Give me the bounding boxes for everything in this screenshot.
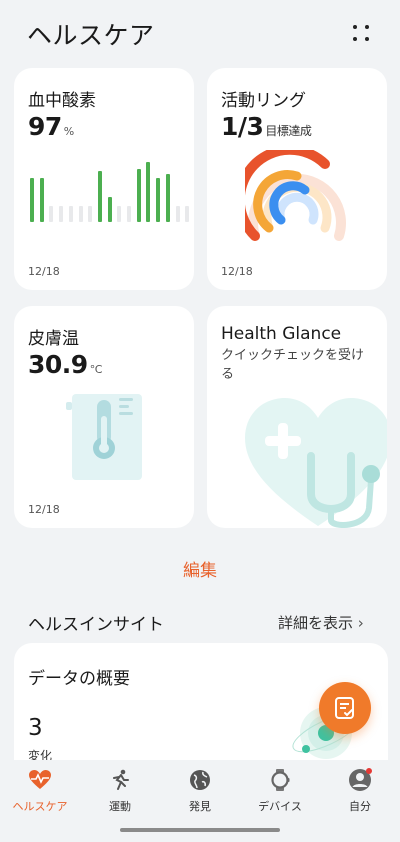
heart-stethoscope-icon	[245, 398, 387, 528]
blood-oxygen-bar	[78, 206, 83, 222]
blood-oxygen-bar	[127, 206, 131, 222]
blood-oxygen-unit: %	[63, 125, 74, 138]
report-check-icon	[335, 697, 354, 719]
blood-oxygen-bar	[39, 178, 44, 222]
tab-label: デバイス	[258, 800, 302, 813]
blood-oxygen-bar	[175, 206, 180, 222]
blood-oxygen-bar	[165, 174, 170, 222]
skin-temperature-value: 30.9 °C	[28, 350, 102, 379]
activity-rings-card[interactable]: 活動リング 1/3 目標達成 12/18	[207, 68, 387, 290]
tab-label: ヘルスケア	[12, 800, 68, 813]
blood-oxygen-bar	[88, 206, 93, 222]
tab-health[interactable]: ヘルスケア	[0, 768, 80, 818]
chevron-right-icon: ›	[357, 614, 364, 632]
tab-me[interactable]: 自分	[320, 768, 400, 818]
activity-rings-number: 1/3	[221, 112, 264, 141]
activity-rings-date: 12/18	[221, 265, 253, 278]
watch-icon	[271, 769, 290, 791]
globe-icon	[190, 770, 210, 790]
activity-rings-icon	[245, 150, 346, 241]
tab-label: 発見	[189, 800, 211, 813]
blood-oxygen-number: 97	[28, 112, 62, 141]
health-glance-subtitle: クイックチェックを受ける	[221, 348, 365, 382]
health-glance-title: Health Glance	[221, 324, 342, 344]
blood-oxygen-bar	[59, 206, 64, 222]
blood-oxygen-card[interactable]: 血中酸素 97% 12/18	[14, 68, 194, 290]
tab-exercise[interactable]: 運動	[80, 768, 160, 818]
blood-oxygen-bar	[97, 171, 102, 222]
blood-oxygen-bar	[185, 206, 190, 222]
blood-oxygen-value: 97%	[28, 112, 74, 141]
blood-oxygen-bar	[117, 206, 122, 222]
person-icon	[349, 768, 372, 791]
blood-oxygen-title: 血中酸素	[28, 91, 96, 111]
tab-label: 自分	[349, 800, 371, 813]
skin-temperature-number: 30.9	[28, 350, 88, 379]
heart-pulse-icon	[29, 770, 51, 789]
blood-oxygen-date: 12/18	[28, 265, 60, 278]
blood-oxygen-bar	[156, 178, 161, 222]
data-overview-title: データの概要	[28, 669, 130, 689]
show-details-link[interactable]: 詳細を表示 ›	[278, 612, 364, 633]
show-details-label: 詳細を表示	[278, 614, 358, 632]
blood-oxygen-bar-chart	[30, 158, 190, 222]
tab-devices[interactable]: デバイス	[240, 768, 320, 818]
tab-discover[interactable]: 発見	[160, 768, 240, 818]
skin-temperature-unit: °C	[89, 363, 103, 376]
activity-rings-unit: 目標達成	[265, 124, 312, 138]
data-overview-count: 3	[28, 715, 43, 741]
blood-oxygen-bar	[49, 206, 54, 222]
skin-temperature-title: 皮膚温	[28, 329, 79, 349]
health-insights-title: ヘルスインサイト	[28, 615, 164, 635]
running-icon	[113, 769, 129, 790]
page-title: ヘルスケア	[27, 21, 155, 50]
edit-button[interactable]: 編集	[0, 556, 400, 581]
more-grid-icon[interactable]	[350, 22, 372, 44]
blood-oxygen-bar	[146, 162, 151, 222]
activity-rings-value: 1/3 目標達成	[221, 112, 312, 141]
skin-temperature-card[interactable]: 皮膚温 30.9 °C 12/18	[14, 306, 194, 528]
tab-label: 運動	[109, 800, 131, 813]
blood-oxygen-bar	[107, 197, 112, 222]
health-glance-card[interactable]: Health Glance クイックチェックを受ける	[207, 306, 387, 528]
skin-temperature-date: 12/18	[28, 503, 60, 516]
app-header: ヘルスケア	[0, 0, 400, 66]
blood-oxygen-bar	[136, 169, 141, 222]
blood-oxygen-bar	[30, 178, 34, 222]
blood-oxygen-bar	[68, 206, 73, 222]
report-fab-button[interactable]	[319, 682, 371, 734]
activity-rings-title: 活動リング	[221, 91, 306, 111]
thermometer-icon	[66, 394, 142, 480]
home-indicator[interactable]	[120, 828, 280, 832]
